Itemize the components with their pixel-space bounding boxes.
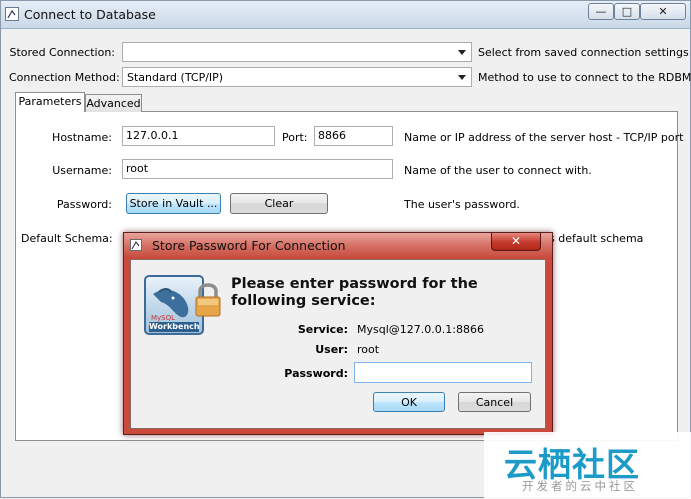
- window-titlebar[interactable]: Connect to Database — □ ✕: [1, 1, 690, 29]
- dialog-heading: Please enter password for the following …: [231, 276, 478, 309]
- hostname-input[interactable]: [126, 129, 271, 142]
- user-value: root: [357, 343, 380, 356]
- dialog-titlebar[interactable]: Store Password For Connection ✕: [124, 233, 552, 257]
- password-label: Password:: [56, 198, 112, 211]
- maximize-icon: □: [621, 5, 633, 18]
- dropdown-arrow-icon: [458, 75, 466, 80]
- hostname-hint: Name or IP address of the server host - …: [404, 131, 684, 144]
- clear-password-button[interactable]: Clear: [230, 193, 328, 214]
- logo-text: Workbench: [149, 322, 200, 331]
- connection-method-select[interactable]: Standard (TCP/IP): [122, 67, 472, 87]
- hostname-label: Hostname:: [52, 131, 112, 144]
- port-field[interactable]: [314, 126, 393, 146]
- clear-password-label: Clear: [264, 197, 294, 210]
- user-label: User:: [315, 343, 348, 356]
- stored-connection-hint: Select from saved connection settings: [478, 46, 689, 59]
- username-input[interactable]: [126, 162, 389, 175]
- window-title: Connect to Database: [24, 7, 156, 22]
- close-icon: ✕: [510, 234, 522, 248]
- hostname-field[interactable]: [122, 126, 275, 146]
- tab-advanced-label: Advanced: [86, 97, 141, 110]
- dropdown-arrow-icon: [458, 50, 466, 55]
- cancel-button[interactable]: Cancel: [458, 392, 531, 412]
- padlock-icon: [193, 280, 223, 318]
- dialog-body: MySQL Workbench Please enter password fo…: [130, 259, 546, 429]
- app-icon: [5, 7, 19, 21]
- port-label: Port:: [282, 131, 308, 144]
- minimize-button[interactable]: —: [588, 3, 614, 20]
- store-in-vault-label: Store in Vault ...: [129, 197, 218, 210]
- service-value: Mysql@127.0.0.1:8866: [357, 323, 484, 336]
- dialog-password-field[interactable]: [354, 362, 532, 383]
- dialog-password-label: Password:: [284, 367, 348, 380]
- watermark-subtitle: 开发者的云中社区: [522, 479, 638, 493]
- store-in-vault-button[interactable]: Store in Vault ...: [126, 193, 221, 214]
- connect-to-database-window: Connect to Database — □ ✕ Stored Connect…: [0, 0, 691, 499]
- default-schema-label: Default Schema:: [21, 232, 113, 245]
- ok-button-label: OK: [401, 396, 417, 409]
- password-hint: The user's password.: [404, 198, 520, 211]
- connection-method-hint: Method to use to connect to the RDBMS: [478, 71, 691, 84]
- watermark: 云栖社区 开发者的云中社区: [484, 432, 691, 499]
- logo-small-text: MySQL: [151, 314, 176, 322]
- dialog-password-input[interactable]: [358, 365, 528, 378]
- username-label: Username:: [52, 164, 112, 177]
- ok-button[interactable]: OK: [373, 392, 445, 412]
- tab-parameters-label: Parameters: [18, 95, 82, 108]
- dialog-app-icon: [130, 239, 142, 251]
- port-input[interactable]: [318, 129, 389, 142]
- maximize-button[interactable]: □: [614, 3, 640, 20]
- stored-connection-select[interactable]: [122, 42, 472, 62]
- tab-parameters[interactable]: Parameters: [15, 92, 85, 112]
- cancel-button-label: Cancel: [475, 396, 514, 409]
- service-label: Service:: [297, 323, 348, 336]
- default-schema-hint: s default schema: [549, 232, 644, 245]
- connection-method-label: Connection Method:: [9, 71, 120, 84]
- tab-advanced[interactable]: Advanced: [85, 94, 142, 112]
- stored-connection-label: Stored Connection:: [9, 46, 116, 59]
- store-password-dialog: Store Password For Connection ✕ MySQL Wo…: [123, 232, 553, 435]
- username-hint: Name of the user to connect with.: [404, 164, 592, 177]
- dialog-close-button[interactable]: ✕: [491, 233, 541, 251]
- close-icon: ✕: [658, 5, 668, 18]
- close-button[interactable]: ✕: [640, 3, 686, 20]
- username-field[interactable]: [122, 159, 393, 179]
- dialog-title: Store Password For Connection: [152, 238, 346, 253]
- connection-method-value: Standard (TCP/IP): [127, 71, 224, 84]
- minimize-icon: —: [595, 5, 607, 18]
